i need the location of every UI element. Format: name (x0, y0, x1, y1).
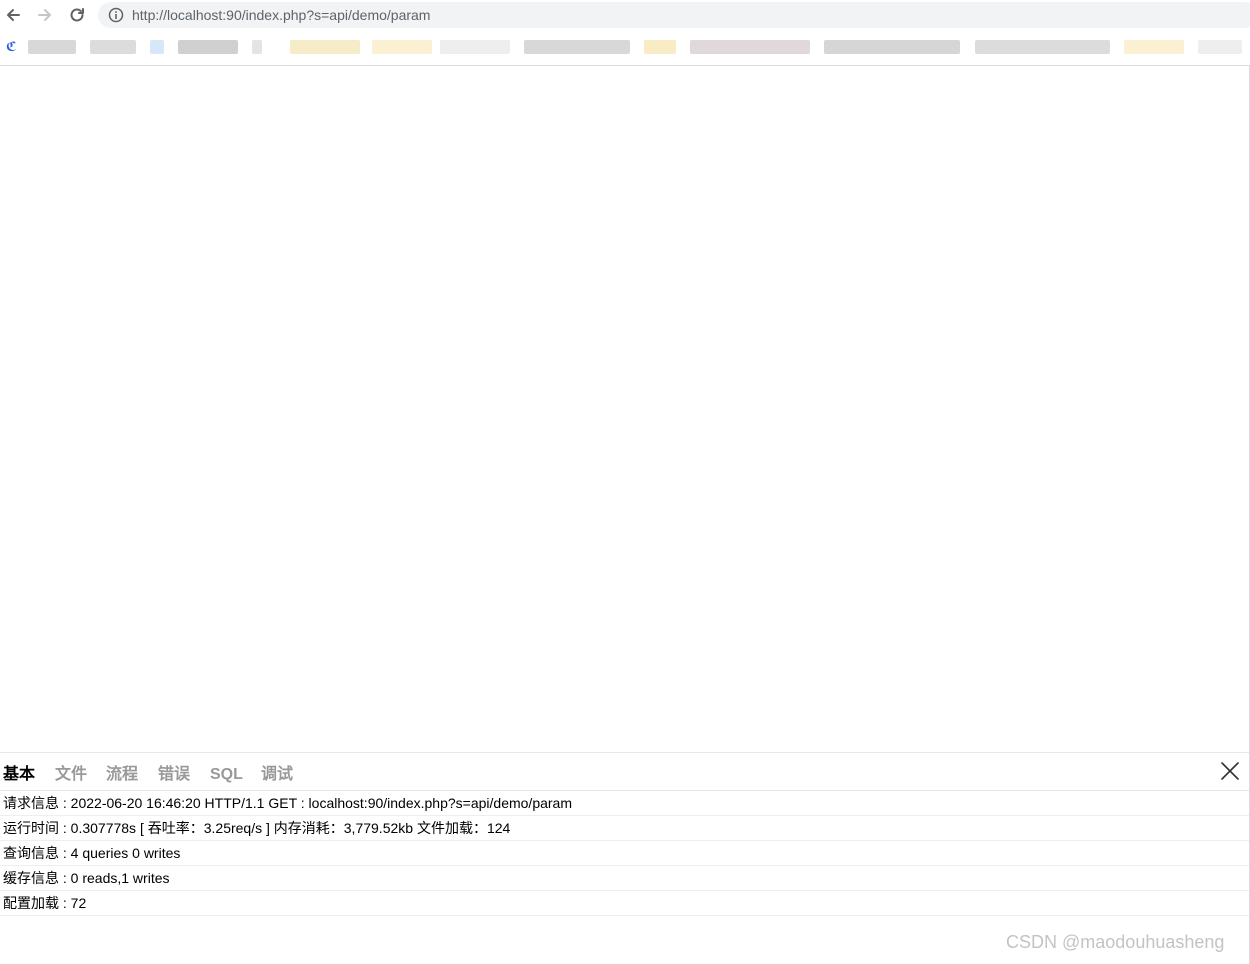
back-button[interactable] (1, 3, 25, 27)
browser-window: http://localhost:90/index.php?s=api/demo… (0, 0, 1250, 964)
info-circle-icon[interactable] (108, 7, 124, 23)
bookmark-item[interactable] (252, 40, 262, 54)
tab-sql[interactable]: SQL (210, 765, 243, 784)
bookmark-item[interactable] (150, 40, 164, 54)
bookmark-item[interactable] (524, 40, 630, 54)
back-arrow-icon (7, 9, 20, 21)
tab-errors[interactable]: 错误 (158, 765, 190, 784)
trace-row-cache: 缓存信息 : 0 reads,1 writes (0, 866, 1249, 891)
trace-info-list: 请求信息 : 2022-06-20 16:46:20 HTTP/1.1 GET … (0, 791, 1249, 916)
bookmark-item[interactable] (372, 40, 432, 54)
tab-flow[interactable]: 流程 (106, 765, 138, 784)
bookmark-item[interactable] (178, 40, 238, 54)
tab-debug[interactable]: 调试 (261, 765, 293, 784)
page-viewport: 基本 文件 流程 错误 SQL 调试 请求信息 : 2022-06-20 16:… (0, 66, 1250, 964)
reload-button[interactable] (65, 3, 89, 27)
url-text[interactable]: http://localhost:90/index.php?s=api/demo… (132, 7, 430, 23)
trace-row-runtime: 运行时间 : 0.307778s [ 吞吐率：3.25req/s ] 内存消耗：… (0, 816, 1249, 841)
reload-icon (70, 8, 84, 22)
watermark-text: CSDN @maodouhuasheng (1006, 932, 1225, 952)
bookmark-item[interactable] (824, 40, 960, 54)
bookmark-item[interactable] (290, 40, 360, 54)
bookmark-item[interactable] (90, 40, 136, 54)
close-x-icon[interactable] (1219, 760, 1241, 782)
bookmark-item[interactable] (440, 40, 510, 54)
bookmark-app-icon[interactable]: ℭ (6, 39, 17, 55)
trace-row-config: 配置加载 : 72 (0, 891, 1249, 916)
forward-arrow-icon (38, 9, 51, 21)
tab-basic[interactable]: 基本 (3, 765, 35, 784)
bookmark-item[interactable] (690, 40, 810, 54)
bookmark-item[interactable] (28, 40, 76, 54)
bookmark-item[interactable] (975, 40, 1110, 54)
trace-row-request: 请求信息 : 2022-06-20 16:46:20 HTTP/1.1 GET … (0, 791, 1249, 816)
bookmark-item[interactable] (1124, 40, 1184, 54)
address-bar[interactable]: http://localhost:90/index.php?s=api/demo… (98, 2, 1250, 28)
bookmarks-bar: ℭ (0, 32, 1250, 60)
trace-row-queries: 查询信息 : 4 queries 0 writes (0, 841, 1249, 866)
forward-button[interactable] (33, 3, 57, 27)
bookmark-item[interactable] (644, 40, 676, 54)
tab-files[interactable]: 文件 (55, 765, 87, 784)
bookmark-item[interactable] (1198, 40, 1242, 54)
trace-tab-bar: 基本 文件 流程 错误 SQL 调试 (0, 753, 1249, 791)
browser-toolbar: http://localhost:90/index.php?s=api/demo… (0, 0, 1250, 30)
